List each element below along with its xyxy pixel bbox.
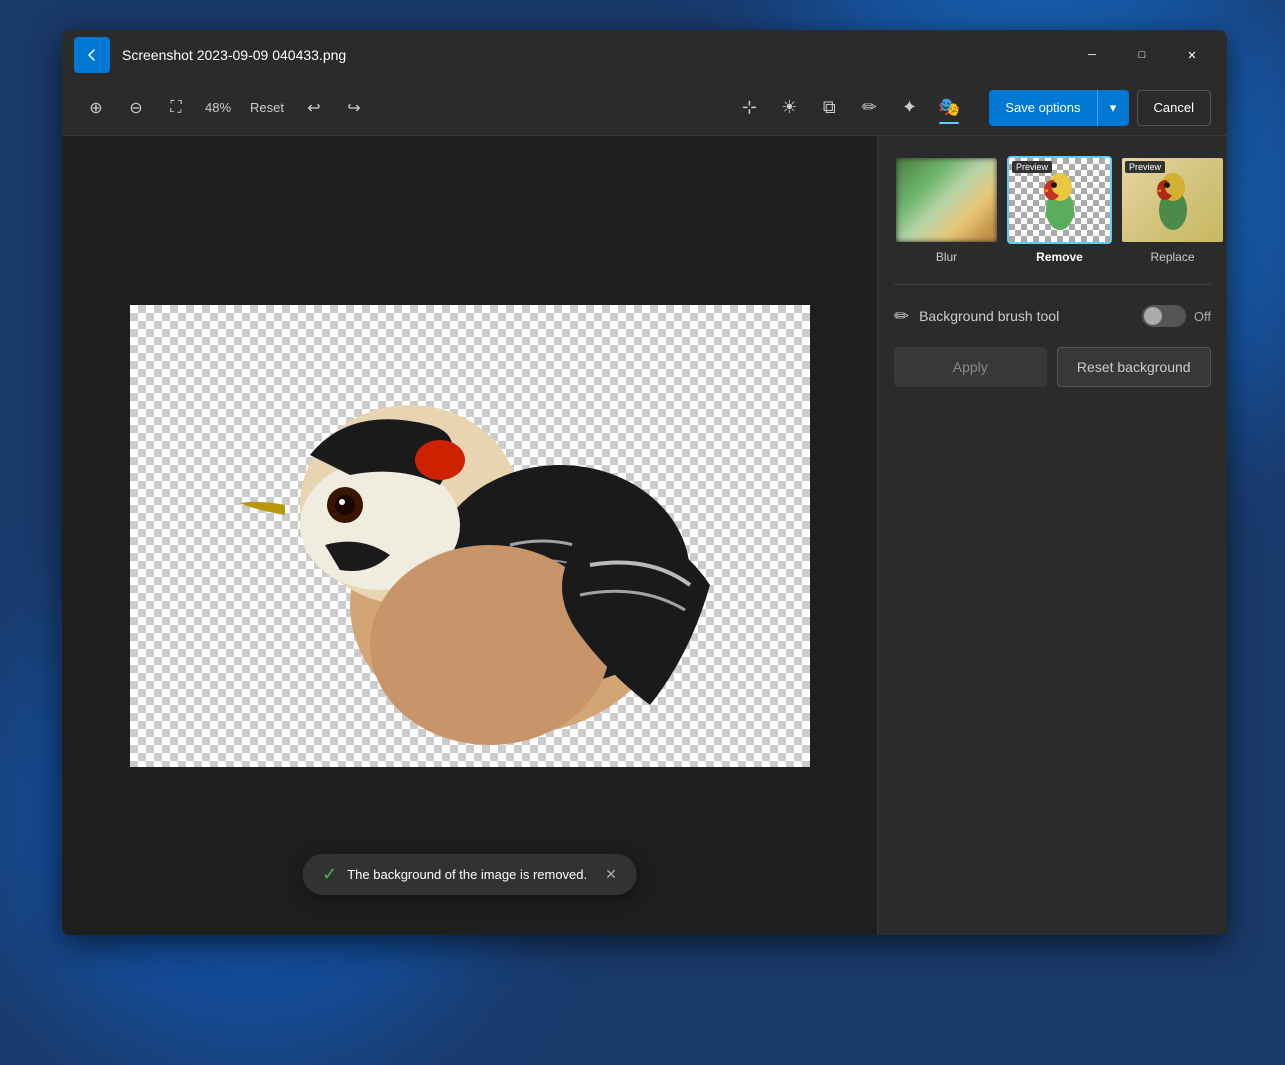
bg-options: Blur Preview — [894, 156, 1211, 264]
save-options-dropdown-button[interactable]: ▾ — [1097, 90, 1129, 126]
minimize-button[interactable]: ─ — [1069, 39, 1115, 71]
toggle-row: Off — [1142, 305, 1211, 327]
copy-tool-button[interactable]: ⧉ — [811, 90, 847, 126]
title-bar: Screenshot 2023-09-09 040433.png ─ □ ✕ — [62, 30, 1227, 80]
remove-thumb: Preview — [1007, 156, 1112, 244]
blur-option[interactable]: Blur — [894, 156, 999, 264]
brush-icon: ✏ — [894, 306, 909, 327]
image-canvas — [130, 305, 810, 767]
toolbar: ⊕ ⊖ ⛶ 48% Reset ↩ ↪ ⊹ ☀ — [62, 80, 1227, 136]
back-button[interactable] — [74, 37, 110, 73]
toggle-state-label: Off — [1194, 309, 1211, 324]
close-button[interactable]: ✕ — [1169, 39, 1215, 71]
remove-preview-label: Preview — [1012, 161, 1052, 173]
replace-thumb: Preview — [1120, 156, 1225, 244]
reset-button[interactable]: Reset — [242, 96, 292, 119]
blur-label: Blur — [936, 250, 957, 264]
tool-buttons: ⊹ ☀ ⧉ ✏ ✦ 🎭 — [731, 90, 967, 126]
brush-toggle[interactable] — [1142, 305, 1186, 327]
save-options-button[interactable]: Save options — [989, 90, 1096, 126]
adjust-tool-button[interactable]: ☀ — [771, 90, 807, 126]
undo-button[interactable]: ↩ — [296, 90, 332, 126]
zoom-level: 48% — [198, 100, 238, 115]
remove-label: Remove — [1036, 250, 1083, 264]
apply-button[interactable]: Apply — [894, 347, 1047, 387]
fit-button[interactable]: ⛶ — [158, 90, 194, 126]
replace-parrot-svg — [1143, 165, 1203, 235]
replace-preview-label: Preview — [1125, 161, 1165, 173]
toggle-knob — [1144, 307, 1162, 325]
markup-icon: ✏ — [862, 97, 877, 118]
check-icon: ✓ — [322, 864, 337, 885]
blur-thumb — [894, 156, 999, 244]
blur-preview — [896, 158, 997, 242]
chevron-down-icon: ▾ — [1110, 100, 1117, 116]
replace-option[interactable]: Preview — [1120, 156, 1225, 264]
zoom-in-button[interactable]: ⊕ — [78, 90, 114, 126]
canvas-area: ✓ The background of the image is removed… — [62, 136, 877, 935]
action-buttons: Apply Reset background — [894, 347, 1211, 387]
app-window: Screenshot 2023-09-09 040433.png ─ □ ✕ ⊕… — [62, 30, 1227, 935]
undo-icon: ↩ — [307, 98, 320, 118]
back-icon — [84, 47, 100, 63]
markup-tool-button[interactable]: ✏ — [851, 90, 887, 126]
erase-icon: ✦ — [902, 97, 917, 118]
redo-icon: ↪ — [347, 98, 360, 118]
adjust-icon: ☀ — [781, 97, 797, 118]
maximize-button[interactable]: □ — [1119, 39, 1165, 71]
remove-option[interactable]: Preview — [1007, 156, 1112, 264]
right-panel: Blur Preview — [877, 136, 1227, 935]
copy-icon: ⧉ — [823, 97, 836, 118]
fit-icon: ⛶ — [170, 99, 181, 117]
toast-notification: ✓ The background of the image is removed… — [302, 854, 637, 895]
brush-tool-label: Background brush tool — [919, 308, 1132, 324]
toast-message: The background of the image is removed. — [347, 867, 587, 882]
zoom-out-button[interactable]: ⊖ — [118, 90, 154, 126]
zoom-out-icon: ⊖ — [129, 98, 142, 118]
bg-tool-button[interactable]: 🎭 — [931, 90, 967, 126]
separator — [894, 284, 1211, 285]
redo-button[interactable]: ↪ — [336, 90, 372, 126]
zoom-in-icon: ⊕ — [89, 98, 102, 118]
bg-remove-icon: 🎭 — [938, 97, 960, 118]
main-content: ✓ The background of the image is removed… — [62, 136, 1227, 935]
replace-label: Replace — [1150, 250, 1194, 264]
erase-tool-button[interactable]: ✦ — [891, 90, 927, 126]
remove-parrot-svg — [1030, 165, 1090, 235]
crop-icon: ⊹ — [742, 97, 757, 118]
brush-tool-row: ✏ Background brush tool Off — [894, 305, 1211, 327]
toolbar-actions: Save options ▾ Cancel — [989, 90, 1211, 126]
window-title: Screenshot 2023-09-09 040433.png — [122, 47, 1069, 63]
window-controls: ─ □ ✕ — [1069, 39, 1215, 71]
woodpecker-svg — [130, 305, 810, 767]
toast-close-button[interactable]: ✕ — [605, 866, 617, 883]
cancel-button[interactable]: Cancel — [1137, 90, 1211, 126]
bird-image — [130, 305, 810, 767]
reset-background-button[interactable]: Reset background — [1057, 347, 1212, 387]
crop-tool-button[interactable]: ⊹ — [731, 90, 767, 126]
zoom-controls: ⊕ ⊖ ⛶ 48% Reset ↩ ↪ — [78, 90, 372, 126]
